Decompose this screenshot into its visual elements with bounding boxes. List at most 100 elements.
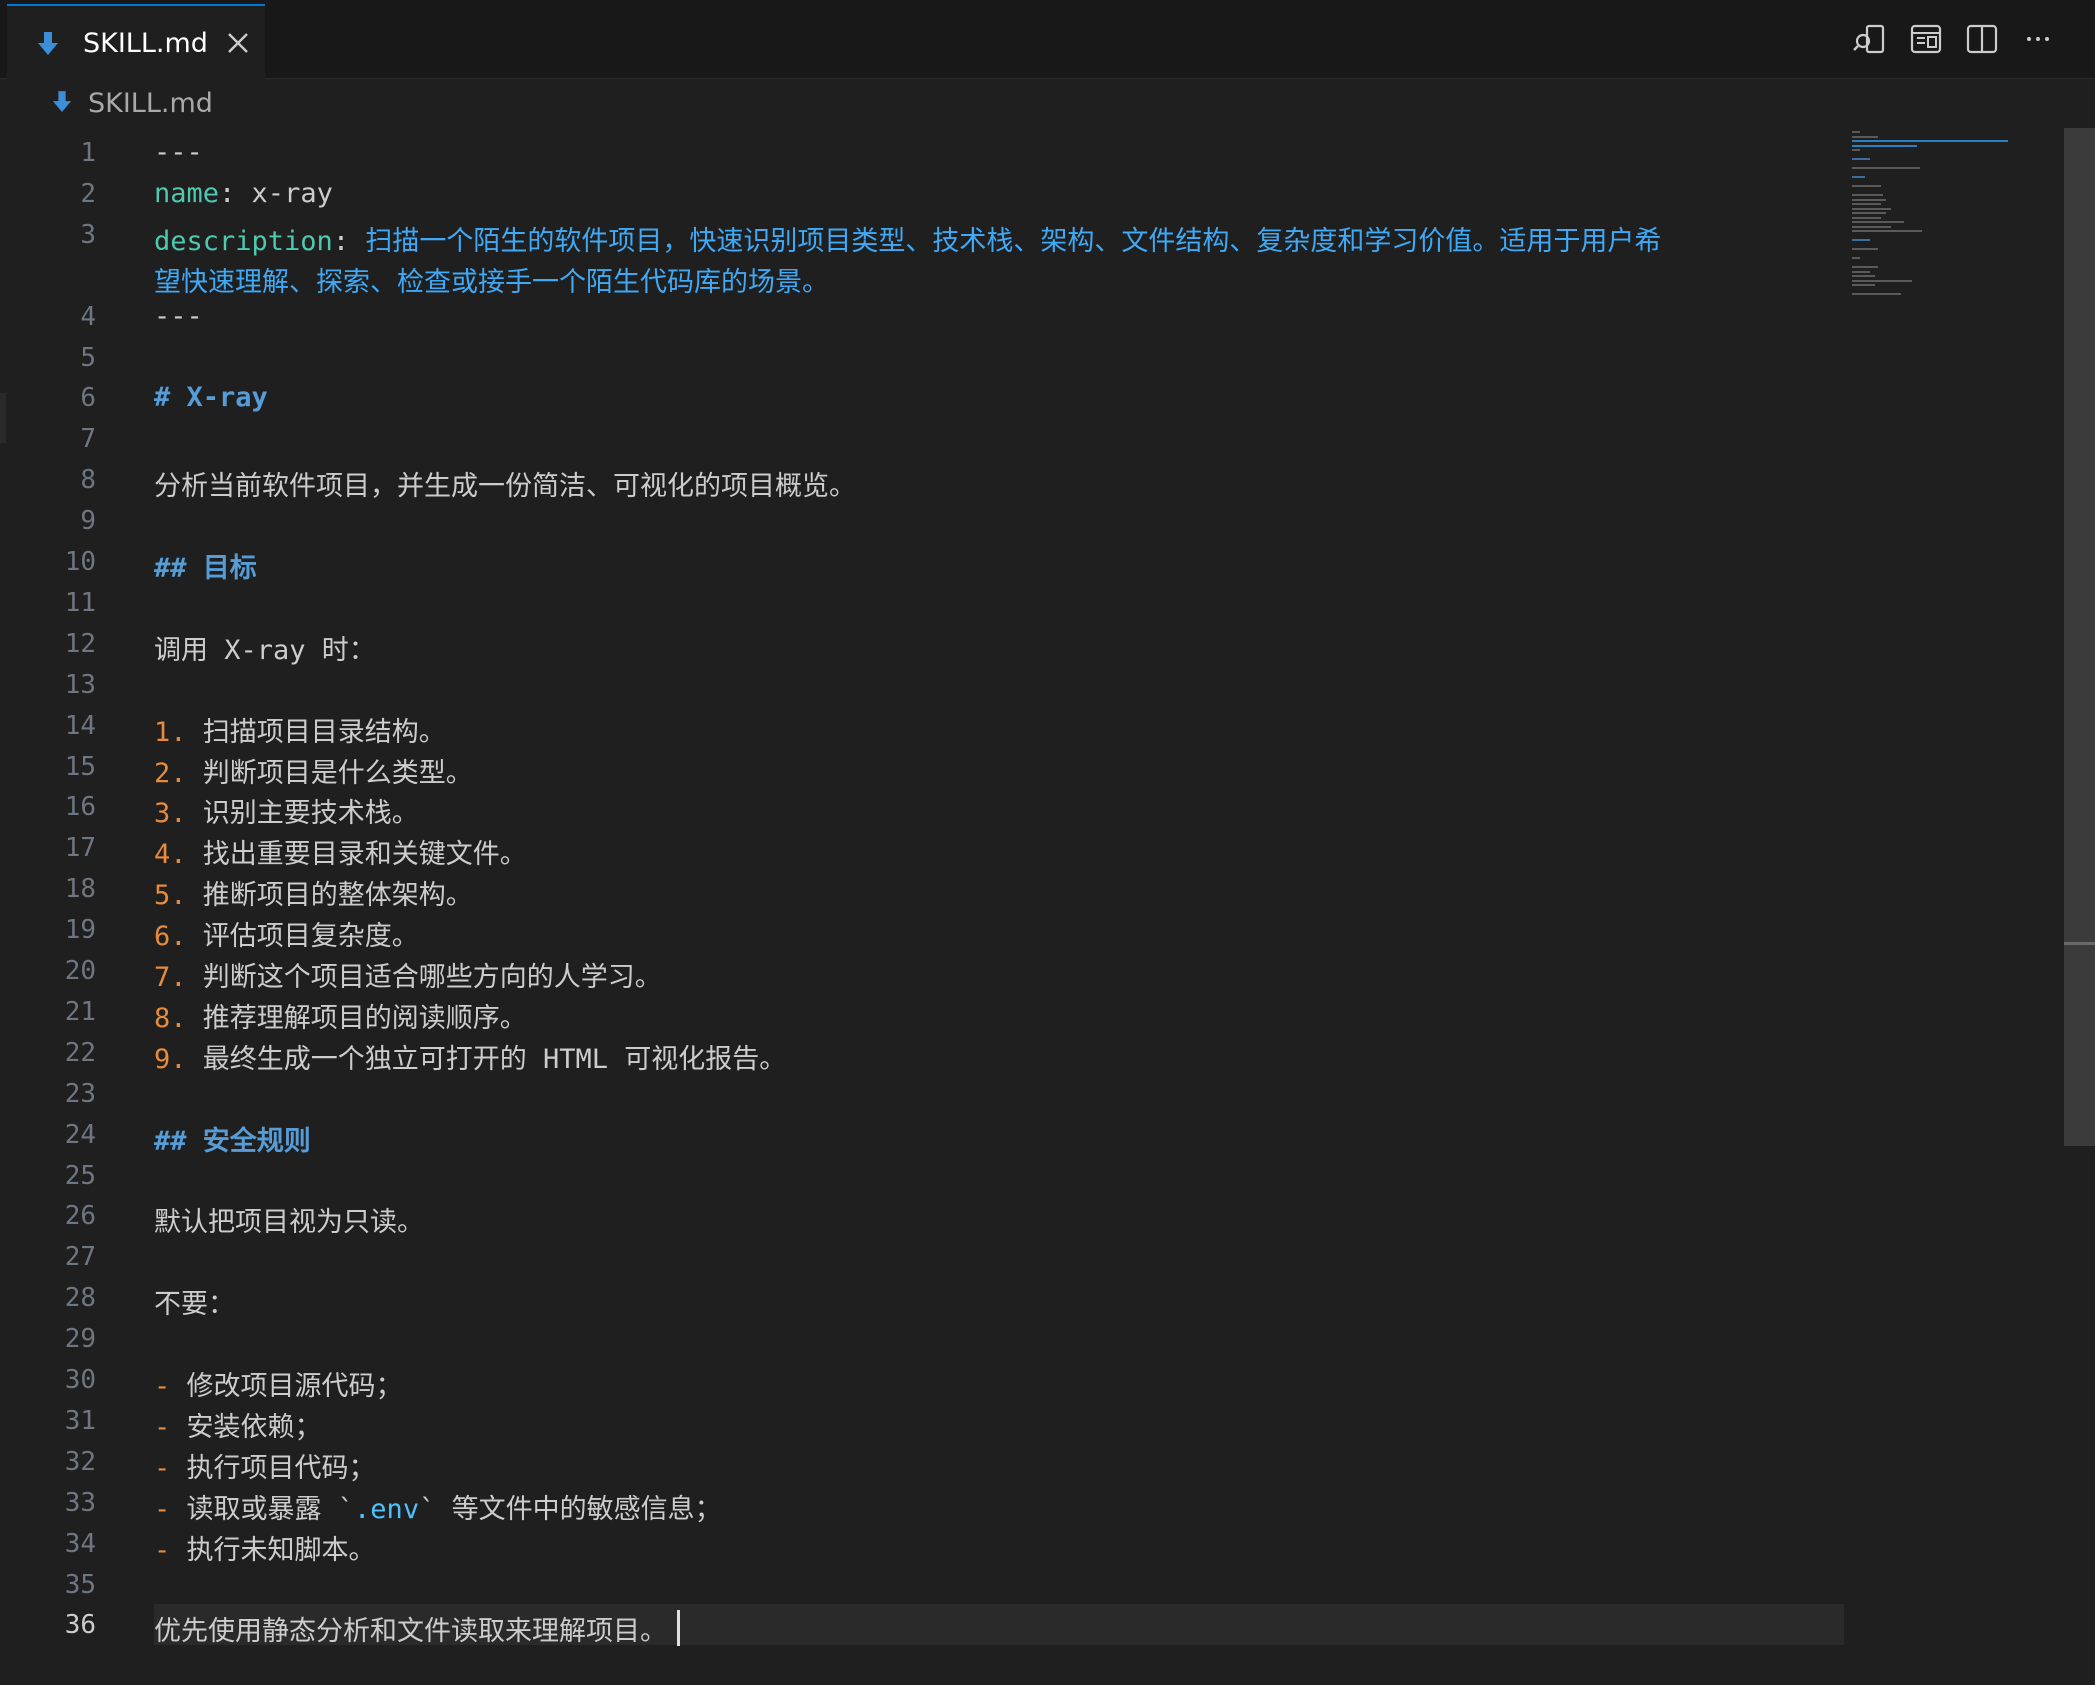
line-number: 13 <box>64 669 96 700</box>
ellipsis-icon <box>2027 37 2049 41</box>
minimap[interactable] <box>1850 128 2060 328</box>
code-line[interactable]: 9 <box>0 500 1840 541</box>
code-line-current[interactable]: 36 优先使用静态分析和文件读取来理解项目。 <box>0 1604 1844 1648</box>
close-icon[interactable] <box>225 30 251 56</box>
list-text: 修改项目源代码； <box>170 1371 403 1402</box>
line-content: 6. 评估项目复杂度。 <box>154 914 419 953</box>
code-line[interactable]: 25 <box>0 1155 1840 1196</box>
list-text: 评估项目复杂度。 <box>186 921 419 953</box>
minimap-line <box>1852 266 1878 268</box>
heading-text: 安全规则 <box>186 1125 311 1157</box>
scrollbar-thumb[interactable] <box>2064 128 2095 1146</box>
yaml-colon: : <box>332 225 350 257</box>
code-line[interactable]: 35 <box>0 1564 1840 1605</box>
line-content: - 安装依赖； <box>154 1405 322 1444</box>
list-marker: - <box>154 1411 171 1443</box>
list-marker: 1. <box>154 716 187 748</box>
minimap-line <box>1852 176 1865 178</box>
code-line[interactable]: 1 --- <box>0 132 1840 173</box>
code-line[interactable]: 望快速理解、探索、检查或接手一个陌生代码库的场景。 <box>0 255 1840 299</box>
heading-marker: # <box>154 382 171 414</box>
code-line[interactable]: 8 分析当前软件项目，并生成一份简洁、可视化的项目概览。 <box>0 459 1840 502</box>
code-line[interactable]: 20 7. 判断这个项目适合哪些方向的人学习。 <box>0 950 1840 993</box>
text: 优先使用静态分析和文件读取来理解项目。 <box>154 1616 667 1648</box>
breadcrumb[interactable]: SKILL.md <box>0 80 2095 126</box>
line-number: 32 <box>64 1446 96 1477</box>
minimap-line <box>1852 239 1871 241</box>
code-line[interactable]: 33 - 读取或暴露 `.env` 等文件中的敏感信息； <box>0 1482 1840 1526</box>
more-actions-button[interactable] <box>2021 22 2055 56</box>
minimap-line <box>1852 279 1912 282</box>
code-line[interactable]: 13 <box>0 664 1840 705</box>
code-line[interactable]: 27 <box>0 1236 1840 1277</box>
editor-actions <box>1853 22 2055 56</box>
line-number: 12 <box>64 628 96 659</box>
text: 不要： <box>154 1289 235 1321</box>
line-content: 不要： <box>154 1282 235 1321</box>
preview-search-icon <box>1853 24 1885 54</box>
heading-marker: ## <box>154 1125 187 1157</box>
code-line[interactable]: 23 <box>0 1073 1840 1114</box>
code-line[interactable]: 21 8. 推荐理解项目的阅读顺序。 <box>0 991 1840 1035</box>
code-line[interactable]: 10 ## 目标 <box>0 541 1840 584</box>
line-content: 默认把项目视为只读。 <box>154 1200 424 1239</box>
line-content: name: x-ray <box>154 178 333 209</box>
line-number: 4 <box>80 301 96 332</box>
tab-skill-md[interactable]: SKILL.md <box>7 4 265 79</box>
code-line[interactable]: 15 2. 判断项目是什么类型。 <box>0 746 1840 789</box>
code-line[interactable]: 30 - 修改项目源代码； <box>0 1359 1840 1402</box>
list-marker: 5. <box>154 880 187 912</box>
line-number: 16 <box>64 792 96 823</box>
code-line[interactable]: 6 # X-ray <box>0 377 1840 418</box>
yaml-key: name <box>154 177 220 209</box>
code-line[interactable]: 12 调用 X-ray 时： <box>0 623 1840 666</box>
breadcrumb-file[interactable]: SKILL.md <box>88 88 213 119</box>
yaml-value: x-ray <box>235 177 333 209</box>
line-content: - 读取或暴露 `.env` 等文件中的敏感信息； <box>154 1487 722 1526</box>
code-line[interactable]: 26 默认把项目视为只读。 <box>0 1195 1840 1239</box>
minimap-line <box>1852 167 1920 169</box>
yaml-value: 扫描一个陌生的软件项目，快速识别项目类型、技术栈、架构、文件结构、复杂度和学习价… <box>349 225 1662 257</box>
code-line[interactable]: 16 3. 识别主要技术栈。 <box>0 786 1840 830</box>
layout-button[interactable] <box>1909 22 1943 56</box>
code-line[interactable]: 34 - 执行未知脚本。 <box>0 1523 1840 1566</box>
code-line[interactable]: 19 6. 评估项目复杂度。 <box>0 909 1840 953</box>
code-line[interactable]: 24 ## 安全规则 <box>0 1114 1840 1157</box>
list-marker: 9. <box>154 1043 187 1075</box>
code-line[interactable]: 2 name: x-ray <box>0 173 1840 214</box>
code-line[interactable]: 4 --- <box>0 296 1840 337</box>
list-marker: 6. <box>154 921 187 953</box>
code-line[interactable]: 14 1. 扫描项目目录结构。 <box>0 705 1840 748</box>
code-line[interactable]: 11 <box>0 582 1840 623</box>
list-marker: 3. <box>154 798 187 830</box>
code-line[interactable]: 18 5. 推断项目的整体架构。 <box>0 868 1840 912</box>
line-number: 21 <box>64 996 96 1027</box>
split-editor-button[interactable] <box>1965 22 1999 56</box>
line-number: 14 <box>64 710 96 741</box>
code-line[interactable]: 17 4. 找出重要目录和关键文件。 <box>0 827 1840 870</box>
line-number: 1 <box>80 138 96 168</box>
list-text: 最终生成一个独立可打开的 HTML 可视化报告。 <box>186 1043 787 1075</box>
code-line[interactable]: 5 <box>0 337 1840 378</box>
open-preview-to-side-button[interactable] <box>1853 22 1887 56</box>
minimap-line <box>1852 140 2008 142</box>
line-content: 望快速理解、探索、检查或接手一个陌生代码库的场景。 <box>154 260 829 299</box>
code-line[interactable]: 32 - 执行项目代码； <box>0 1441 1840 1484</box>
line-number: 15 <box>64 751 96 782</box>
text-cursor <box>677 1610 680 1647</box>
code-line[interactable]: 3 description: 扫描一个陌生的软件项目，快速识别项目类型、技术栈、架… <box>0 214 1840 257</box>
code-line[interactable]: 22 9. 最终生成一个独立可打开的 HTML 可视化报告。 <box>0 1032 1840 1075</box>
minimap-line <box>1852 144 1917 147</box>
code-line[interactable]: 28 不要： <box>0 1277 1840 1321</box>
line-number: 24 <box>64 1119 96 1150</box>
text: 调用 X-ray 时： <box>154 634 376 666</box>
line-content: 8. 推荐理解项目的阅读顺序。 <box>154 996 527 1035</box>
text: 默认把项目视为只读。 <box>154 1207 424 1239</box>
code-line[interactable]: 29 <box>0 1318 1840 1359</box>
code-line[interactable]: 31 - 安装依赖； <box>0 1400 1840 1444</box>
line-number: 27 <box>64 1242 96 1273</box>
line-number: 28 <box>64 1283 96 1314</box>
yaml-colon: : <box>219 177 236 209</box>
code-editor[interactable]: 1 --- 2 name: x-ray 3 description: 扫描一个陌生的软件项… <box>0 128 2095 1685</box>
code-line[interactable]: 7 <box>0 418 1840 459</box>
